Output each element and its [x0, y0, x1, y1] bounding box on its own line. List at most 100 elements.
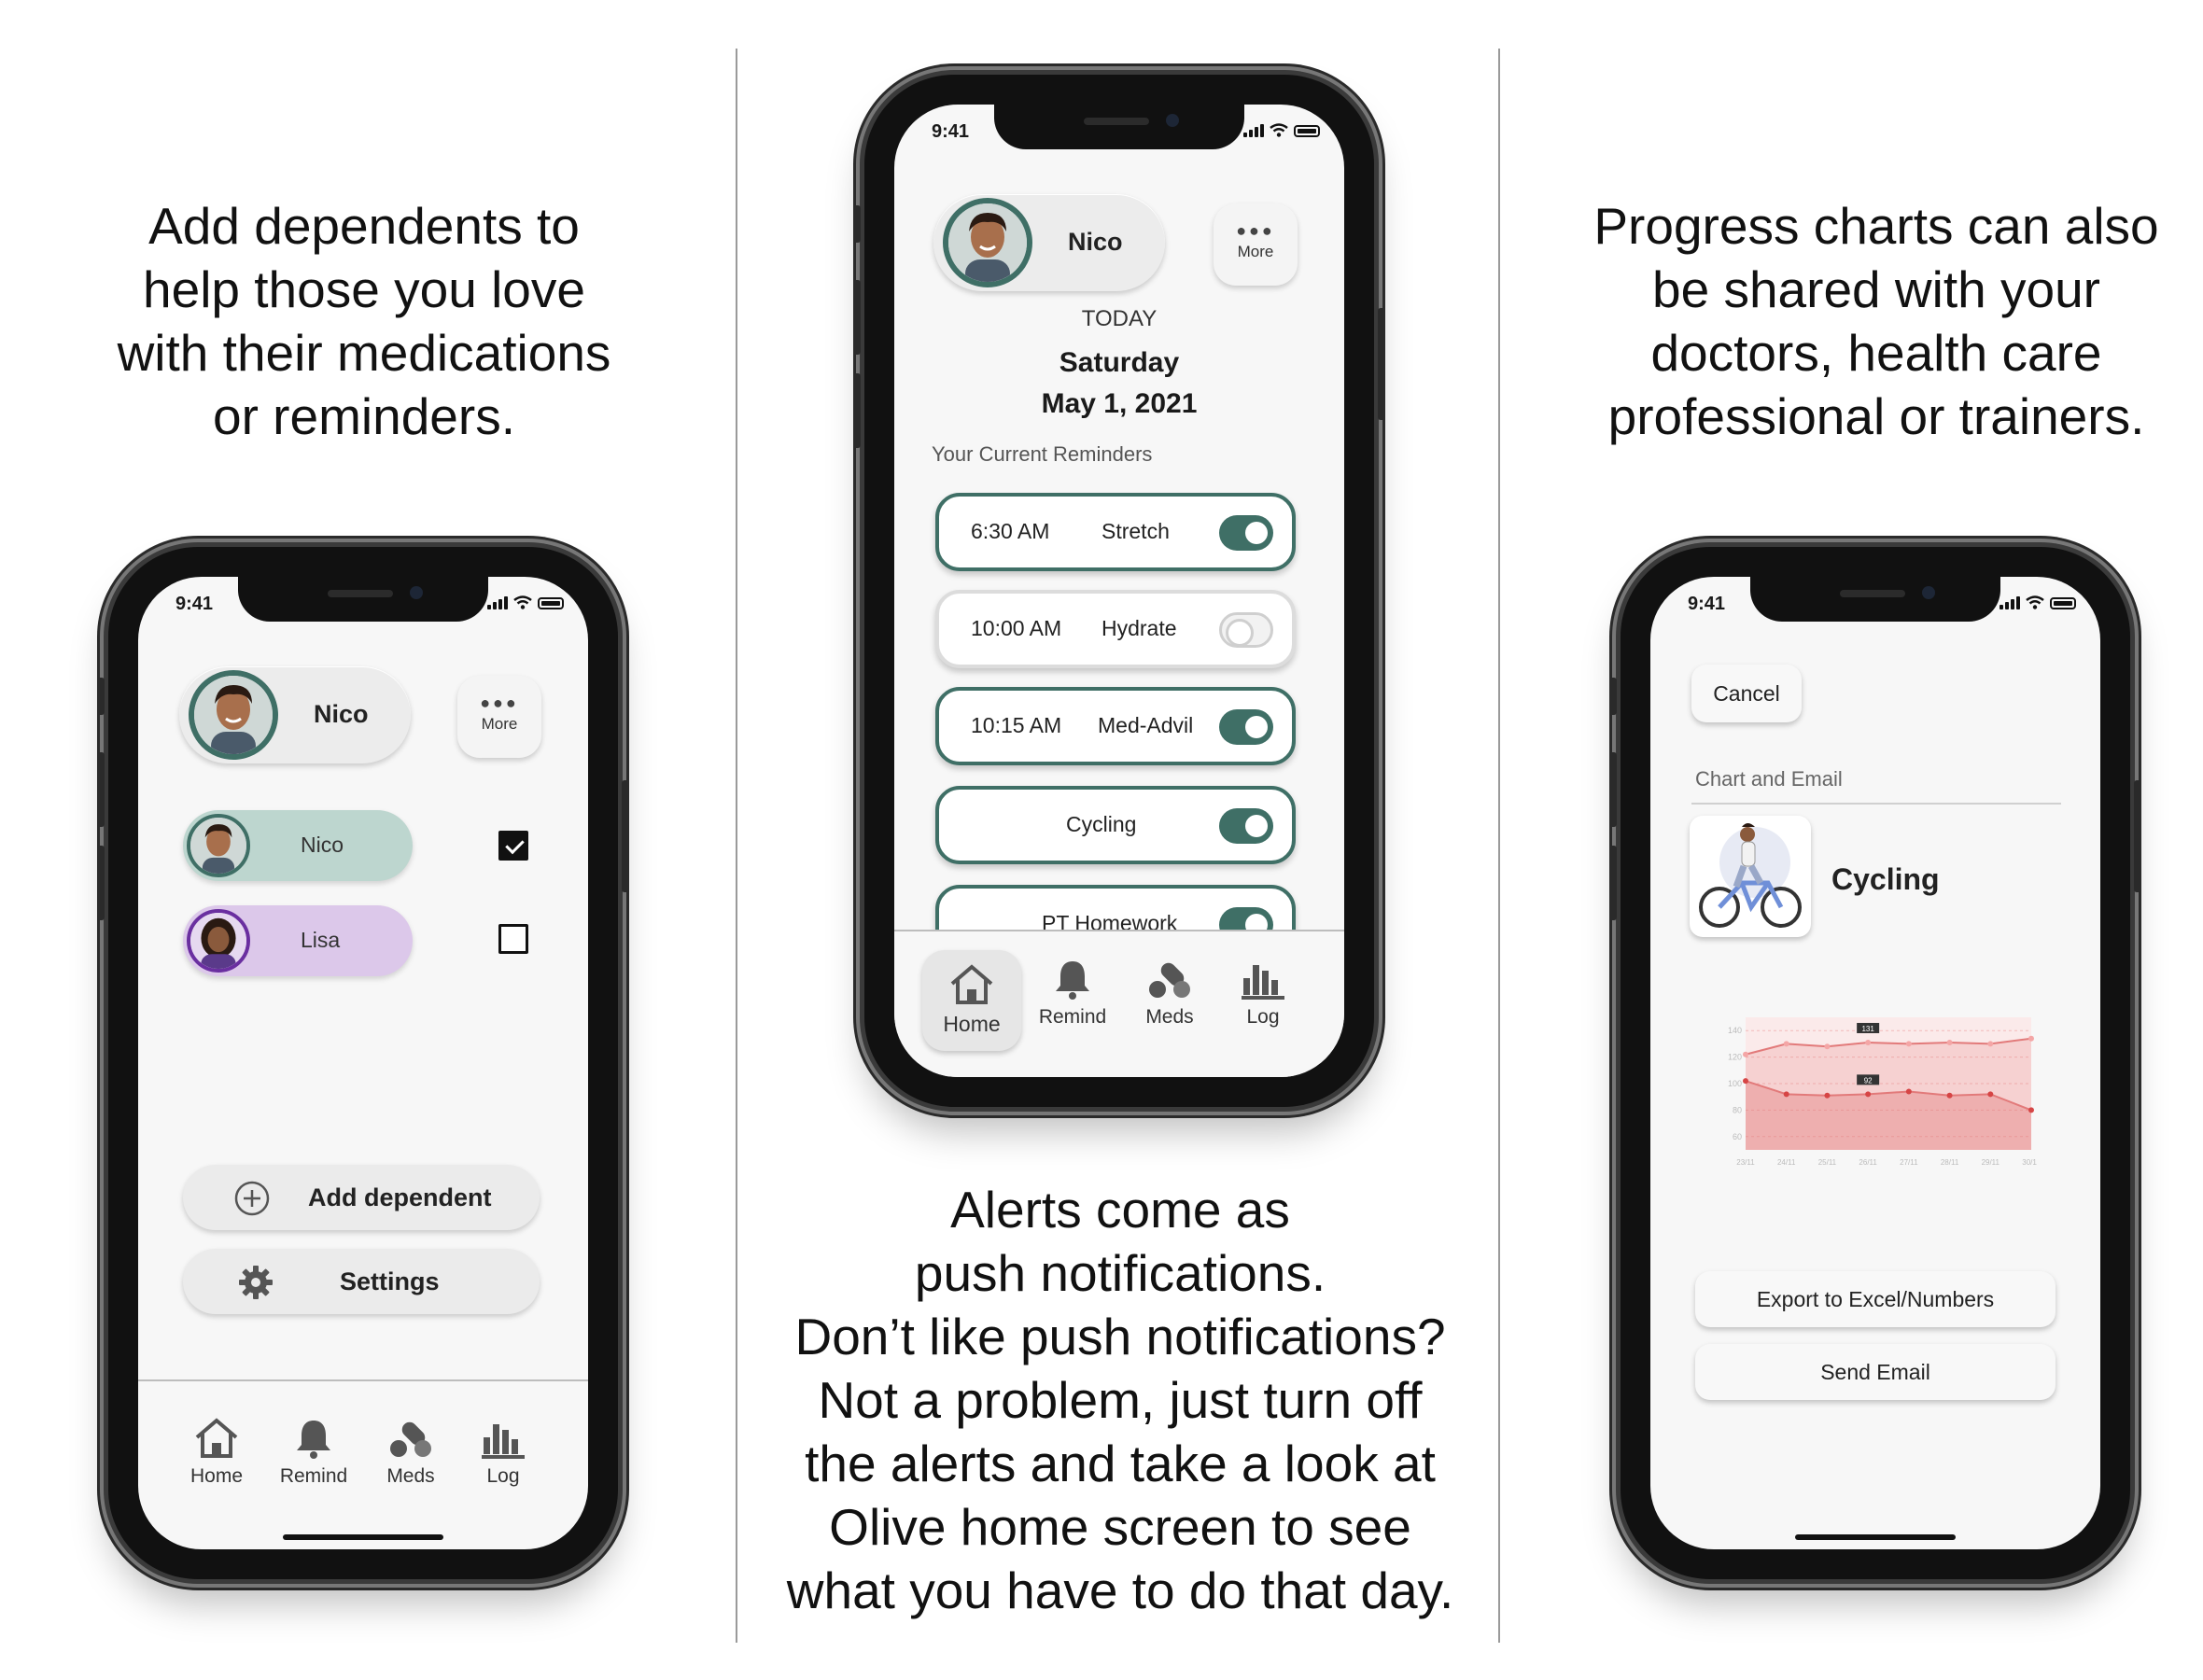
home-icon: [195, 1418, 238, 1458]
wifi-icon: [2026, 595, 2044, 609]
tab-meds[interactable]: Meds: [1128, 958, 1212, 1029]
tab-label: Log: [1246, 1006, 1280, 1028]
profile-pill[interactable]: Nico: [933, 194, 1165, 291]
activity-thumbnail: [1690, 816, 1811, 937]
status-icons: [487, 595, 564, 609]
chart-point: [1905, 1041, 1912, 1047]
screen: 9:41 Nico ●●● More Nico Lisa Add depende…: [138, 577, 588, 1549]
chart-xtick-label: 25/11: [1818, 1158, 1837, 1167]
battery-icon: [1294, 125, 1320, 137]
reminder-toggle[interactable]: [1219, 612, 1273, 648]
reminder-toggle[interactable]: [1219, 808, 1273, 844]
reminder-card[interactable]: 10:15 AM Med-Advil: [935, 687, 1296, 765]
signal-icon: [2000, 596, 2020, 609]
bell-icon: [1056, 961, 1089, 1000]
dependent-name: Nico: [301, 833, 344, 857]
send-email-button[interactable]: Send Email: [1695, 1344, 2056, 1400]
caption-middle: Alerts come as push notifications. Don’t…: [786, 1181, 1454, 1619]
profile-name: Nico: [1068, 228, 1123, 256]
reminder-task: Med-Advil: [1098, 713, 1194, 737]
bar-chart-icon: [482, 1424, 525, 1459]
reminder-time: 10:00 AM: [971, 616, 1062, 640]
chart-xtick-label: 23/11: [1736, 1158, 1755, 1167]
bar-chart-icon: [1242, 965, 1284, 1000]
chart-ytick-label: 120: [1728, 1053, 1742, 1062]
dependent-checkbox-nico[interactable]: [498, 831, 528, 861]
tab-label: Remind: [1038, 1006, 1107, 1028]
reminder-card[interactable]: Cycling: [935, 786, 1296, 864]
phone-dependents: 9:41 Nico ●●● More Nico Lisa Add depende…: [97, 547, 629, 1579]
tab-log[interactable]: Log: [1221, 958, 1305, 1029]
export-button[interactable]: Export to Excel/Numbers: [1695, 1271, 2056, 1327]
chart-point: [2028, 1107, 2034, 1113]
reminder-card[interactable]: 6:30 AM Stretch: [935, 493, 1296, 571]
chart-ytick-label: 140: [1728, 1026, 1742, 1035]
chart-point: [1824, 1043, 1831, 1050]
screen: 9:41 Cancel Chart and Email Cycling 140 1…: [1650, 577, 2100, 1549]
column-divider-left: [736, 49, 737, 1643]
more-button[interactable]: ●●● More: [457, 676, 541, 758]
dependent-row-lisa[interactable]: Lisa: [183, 905, 413, 976]
status-icons: [1243, 123, 1320, 137]
chart-point: [1824, 1092, 1831, 1099]
chart-point: [1783, 1041, 1789, 1047]
bell-icon: [297, 1421, 330, 1459]
cancel-button[interactable]: Cancel: [1691, 665, 1802, 722]
settings-label: Settings: [340, 1267, 440, 1295]
caption-left: Add dependents to help those you love wi…: [117, 197, 611, 445]
home-icon: [950, 964, 993, 1004]
phone-home: 9:41 Nico ●●● More TODAY Saturday May 1,…: [853, 75, 1385, 1107]
chart-xtick-label: 27/11: [1900, 1158, 1918, 1167]
chart-ytick-label: 60: [1733, 1132, 1742, 1141]
chart-ytick-label: 80: [1733, 1105, 1742, 1114]
reminder-time: 10:15 AM: [971, 713, 1062, 737]
tab-label: Meds: [1145, 1006, 1194, 1028]
chart-point: [2028, 1035, 2034, 1042]
status-icons: [2000, 595, 2076, 609]
chart-point: [1905, 1088, 1912, 1095]
avatar: [943, 198, 1032, 287]
caption-right: Progress charts can also be shared with …: [1593, 197, 2159, 445]
dependent-row-nico[interactable]: Nico: [183, 810, 413, 881]
section-divider: [1691, 803, 2061, 805]
more-button[interactable]: ●●● More: [1214, 203, 1298, 286]
tab-bar-divider: [138, 1379, 588, 1381]
more-dots-icon: ●●●: [1236, 221, 1275, 240]
reminder-time: 6:30 AM: [971, 519, 1050, 543]
reminder-toggle[interactable]: [1219, 709, 1273, 745]
reminder-task: Cycling: [1066, 812, 1137, 836]
pills-icon: [1149, 962, 1190, 998]
chart-annotation-label: 131: [1861, 1025, 1874, 1033]
tab-remind[interactable]: Remind: [1031, 958, 1115, 1029]
reminder-task: Hydrate: [1102, 616, 1177, 640]
tab-label: Log: [486, 1465, 520, 1487]
tab-home[interactable]: Home: [175, 1417, 259, 1488]
tab-remind[interactable]: Remind: [272, 1417, 356, 1488]
reminder-card[interactable]: 10:00 AM Hydrate: [935, 590, 1296, 668]
add-dependent-button[interactable]: Add dependent: [183, 1165, 540, 1230]
tab-home[interactable]: Home: [930, 963, 1014, 1037]
dependent-checkbox-lisa[interactable]: [498, 924, 528, 954]
status-time: 9:41: [175, 594, 214, 614]
dependent-name: Lisa: [301, 928, 341, 952]
tab-log[interactable]: Log: [461, 1417, 545, 1488]
chart-point: [1987, 1041, 1994, 1047]
signal-icon: [1243, 124, 1264, 137]
reminder-task: Stretch: [1102, 519, 1170, 543]
cyclist-illustration: [1699, 823, 1802, 928]
battery-icon: [538, 597, 564, 609]
profile-pill[interactable]: Nico: [179, 666, 411, 763]
pills-icon: [390, 1421, 431, 1457]
chart-point: [1946, 1039, 1953, 1045]
chart-point: [1865, 1091, 1872, 1098]
chart-xtick-label: 29/11: [1982, 1158, 2000, 1167]
day-label: Saturday: [1059, 347, 1180, 378]
reminder-toggle[interactable]: [1219, 515, 1273, 551]
tab-meds[interactable]: Meds: [369, 1417, 453, 1488]
phone-share: 9:41 Cancel Chart and Email Cycling 140 1…: [1609, 547, 2141, 1579]
date-label: May 1, 2021: [1041, 388, 1198, 419]
avatar: [187, 814, 250, 877]
plus-circle-icon: [234, 1181, 270, 1216]
chart-point: [1743, 1078, 1748, 1085]
settings-button[interactable]: Settings: [183, 1249, 540, 1314]
